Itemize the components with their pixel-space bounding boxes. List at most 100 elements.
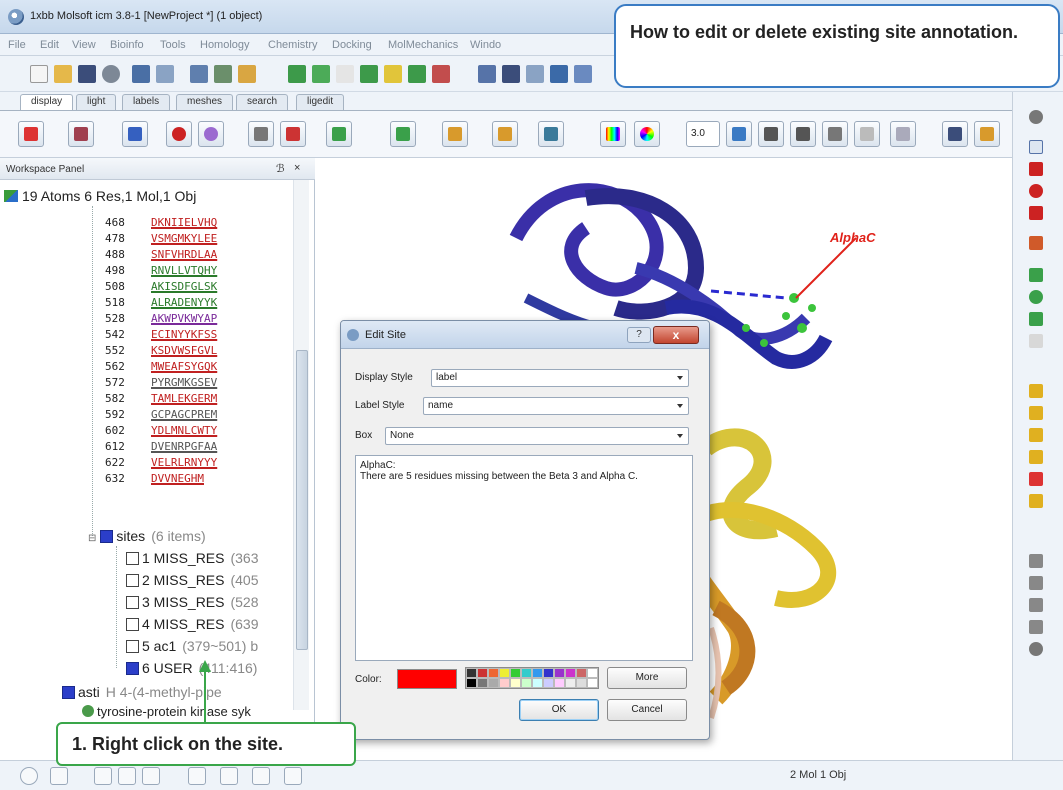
box-button[interactable]	[538, 121, 564, 147]
grid-icon[interactable]	[50, 767, 68, 785]
layout-icon[interactable]	[550, 65, 568, 83]
palette-cell[interactable]	[554, 668, 565, 678]
palette-cell[interactable]	[488, 668, 499, 678]
grid-icon[interactable]	[432, 65, 450, 83]
palette-cell[interactable]	[543, 678, 554, 688]
residue-label-button[interactable]	[492, 121, 518, 147]
seq-text[interactable]: ALRADENYYK	[151, 296, 217, 309]
undo-icon[interactable]	[132, 65, 150, 83]
seq-text[interactable]: ECINYYKFSS	[151, 328, 217, 341]
panel-toggle-icon[interactable]	[94, 767, 112, 785]
cpk-button[interactable]	[198, 121, 224, 147]
highlight-icon[interactable]	[1029, 472, 1043, 486]
display-style-select[interactable]: label	[431, 369, 689, 387]
seq-text[interactable]: DVENRPGFAA	[151, 440, 217, 453]
seq-text[interactable]: AKISDFGLSK	[151, 280, 217, 293]
menu-docking[interactable]: Docking	[332, 39, 372, 51]
stop-icon[interactable]	[20, 767, 38, 785]
menu-bioinfo[interactable]: Bioinfo	[110, 39, 144, 51]
zoom-icon[interactable]	[1029, 184, 1043, 198]
hydrogen-button[interactable]	[390, 121, 416, 147]
open-folder-icon[interactable]	[54, 65, 72, 83]
menu-tools[interactable]: Tools	[160, 39, 186, 51]
angle-button[interactable]	[790, 121, 816, 147]
align-middle-icon[interactable]	[1029, 406, 1043, 420]
stick-button[interactable]	[122, 121, 148, 147]
seq-text[interactable]: KSDVWSFGVL	[151, 344, 217, 357]
center-icon[interactable]	[1029, 236, 1043, 250]
float-panel-icon[interactable]: ℬ	[276, 162, 285, 175]
select-box-icon[interactable]	[1029, 268, 1043, 282]
site-item[interactable]: 3 MISS_RES (528	[126, 594, 259, 612]
more-button[interactable]: More	[607, 667, 687, 689]
dialog-titlebar[interactable]: Edit Site ? x	[341, 321, 709, 349]
seq-text[interactable]: AKWPVKWYAP	[151, 312, 217, 325]
layout-icon[interactable]	[142, 767, 160, 785]
clear-measure-button[interactable]	[854, 121, 880, 147]
table-icon[interactable]	[188, 767, 206, 785]
box-select[interactable]: None	[385, 427, 689, 445]
translate-icon[interactable]	[190, 65, 208, 83]
palette-cell[interactable]	[466, 678, 477, 688]
move-icon[interactable]	[1029, 162, 1043, 176]
palette-cell[interactable]	[532, 668, 543, 678]
select-sphere-icon[interactable]	[1029, 290, 1043, 304]
site-item[interactable]: 2 MISS_RES (405	[126, 572, 259, 590]
hand-icon[interactable]	[1029, 554, 1043, 568]
tab-meshes[interactable]: meshes	[176, 94, 234, 110]
close-panel-icon[interactable]: ×	[294, 162, 300, 174]
redo-icon[interactable]	[156, 65, 174, 83]
measure-button[interactable]	[758, 121, 784, 147]
ok-button[interactable]: OK	[519, 699, 599, 721]
menu-homology[interactable]: Homology	[200, 39, 250, 51]
distance-button[interactable]	[726, 121, 752, 147]
menu-file[interactable]: File	[8, 39, 26, 51]
atom-label-button[interactable]	[442, 121, 468, 147]
seq-text[interactable]: MWEAFSYGQK	[151, 360, 217, 373]
site-checkbox[interactable]	[126, 552, 139, 565]
window-icon[interactable]	[574, 65, 592, 83]
workspace-root-item[interactable]: 19 Atoms 6 Res,1 Mol,1 Obj	[4, 188, 196, 204]
seq-text[interactable]: PYRGMKGSEV	[151, 376, 217, 389]
palette-cell[interactable]	[543, 668, 554, 678]
palette-cell[interactable]	[499, 678, 510, 688]
site-text-area[interactable]: AlphaC: There are 5 residues missing bet…	[355, 455, 693, 661]
palette-cell[interactable]	[510, 678, 521, 688]
molecule-icon[interactable]	[288, 65, 306, 83]
align-bottom-icon[interactable]	[1029, 428, 1043, 442]
chart-icon[interactable]	[220, 767, 238, 785]
pointer-hand-icon[interactable]	[1029, 642, 1043, 656]
menu-window[interactable]: Windo	[470, 39, 501, 51]
molecule-add-icon[interactable]	[312, 65, 330, 83]
site-checkbox[interactable]	[126, 574, 139, 587]
palette-cell[interactable]	[510, 668, 521, 678]
palette-cell[interactable]	[488, 678, 499, 688]
seq-text[interactable]: TAMLEKGERM	[151, 392, 217, 405]
arrow-icon[interactable]	[252, 767, 270, 785]
skin-button[interactable]	[326, 121, 352, 147]
palette-cell[interactable]	[587, 668, 598, 678]
site-item[interactable]: 5 ac1 (379~501) b	[126, 638, 258, 656]
site-item[interactable]: 4 MISS_RES (639	[126, 616, 259, 634]
site-item[interactable]: 1 MISS_RES (363	[126, 550, 259, 568]
menu-chemistry[interactable]: Chemistry	[268, 39, 318, 51]
palette-cell[interactable]	[477, 668, 488, 678]
ball-button[interactable]	[166, 121, 192, 147]
menu-edit[interactable]: Edit	[40, 39, 59, 51]
tab-light[interactable]: light	[76, 94, 117, 110]
site-checkbox[interactable]	[126, 596, 139, 609]
seq-text[interactable]: SNFVHRDLAA	[151, 248, 217, 261]
seq-text[interactable]: DVVNEGHM	[151, 472, 204, 485]
tab-labels[interactable]: labels	[122, 94, 171, 110]
tab-search[interactable]: search	[236, 94, 289, 110]
site-checkbox[interactable]	[126, 618, 139, 631]
ribbon-button[interactable]	[280, 121, 306, 147]
residue-icon[interactable]	[336, 65, 354, 83]
surface-button[interactable]	[248, 121, 274, 147]
palette-cell[interactable]	[521, 668, 532, 678]
rotate-icon[interactable]	[1029, 140, 1043, 154]
tab-ligedit[interactable]: ligedit	[296, 94, 345, 110]
find-icon[interactable]	[214, 65, 232, 83]
atoms-icon[interactable]	[408, 65, 426, 83]
palette-cell[interactable]	[576, 678, 587, 688]
